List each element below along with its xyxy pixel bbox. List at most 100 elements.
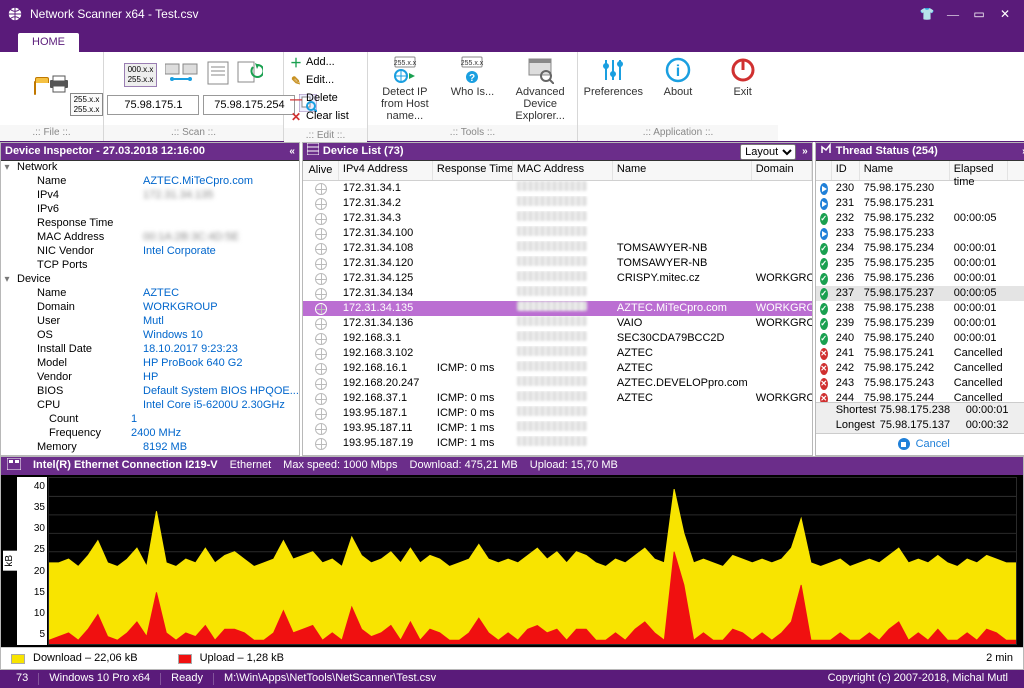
about-button[interactable]: i About bbox=[651, 56, 705, 98]
inspector-row[interactable]: Count1 bbox=[1, 413, 299, 427]
inspector-row[interactable]: NameAZTEC bbox=[1, 287, 299, 301]
thread-row[interactable]: 23775.98.175.23700:00:05 bbox=[816, 286, 1024, 301]
col-thread-name[interactable]: Name bbox=[860, 161, 950, 180]
inspector-row[interactable]: Frequency2400 MHz bbox=[1, 427, 299, 441]
thread-header-row[interactable]: ID Name Elapsed time bbox=[816, 161, 1024, 181]
maximize-button[interactable]: ▭ bbox=[966, 4, 992, 24]
device-list-body[interactable]: 172.31.34.1 172.31.34.2 172.31.34.3 172.… bbox=[303, 181, 812, 455]
range-mode-b-button[interactable]: 255.x.x255.x.x bbox=[70, 93, 104, 116]
whois-button[interactable]: 255.x.x? Who Is... bbox=[445, 56, 499, 98]
device-row[interactable]: 172.31.34.100 bbox=[303, 226, 812, 241]
thread-row[interactable]: 23175.98.175.231 bbox=[816, 196, 1024, 211]
inspector-collapse-button[interactable]: « bbox=[289, 146, 295, 158]
status-ready: Ready bbox=[161, 672, 213, 685]
layout-dropdown[interactable]: Layout bbox=[740, 144, 796, 160]
open-button[interactable] bbox=[34, 82, 36, 95]
inspector-row[interactable]: BIOSDefault System BIOS HPQOE... bbox=[1, 385, 299, 399]
inspector-row[interactable]: IPv6 bbox=[1, 203, 299, 217]
scan-list-icon[interactable] bbox=[207, 61, 229, 89]
tshirt-icon[interactable]: 👕 bbox=[914, 4, 940, 24]
device-row[interactable]: 172.31.34.125 CRISPY.mitec.cz WORKGROUP bbox=[303, 271, 812, 286]
inspector-row[interactable]: OSWindows 10 bbox=[1, 329, 299, 343]
thread-row[interactable]: 24075.98.175.24000:00:01 bbox=[816, 331, 1024, 346]
device-row[interactable]: 193.95.187.11 ICMP: 1 ms bbox=[303, 421, 812, 436]
delete-button[interactable]: —Delete bbox=[290, 90, 338, 108]
device-list-header-row[interactable]: Alive IPv4 Address Response Time MAC Add… bbox=[303, 161, 812, 181]
device-row[interactable]: 172.31.34.108 TOMSAWYER-NB bbox=[303, 241, 812, 256]
nic-name: Intel(R) Ethernet Connection I219-V bbox=[33, 459, 218, 472]
col-domain[interactable]: Domain bbox=[752, 161, 812, 180]
range-mode-a-button[interactable]: 000.x.x255.x.x bbox=[124, 63, 158, 86]
device-row[interactable]: 172.31.34.120 TOMSAWYER-NB bbox=[303, 256, 812, 271]
col-alive[interactable]: Alive bbox=[303, 161, 339, 180]
print-button[interactable] bbox=[48, 75, 70, 97]
detect-ip-button[interactable]: 255.x.x Detect IP from Host name... bbox=[378, 56, 432, 122]
close-button[interactable]: ✕ bbox=[992, 4, 1018, 24]
device-row[interactable]: 172.31.34.2 bbox=[303, 196, 812, 211]
col-ip[interactable]: IPv4 Address bbox=[339, 161, 433, 180]
inspector-row[interactable]: Memory8192 MB bbox=[1, 441, 299, 455]
preferences-button[interactable]: Preferences bbox=[586, 56, 640, 98]
inspector-row[interactable]: ▾Network bbox=[1, 161, 299, 175]
inspector-row[interactable]: NIC VendorIntel Corporate bbox=[1, 245, 299, 259]
thread-row[interactable]: 24475.98.175.244Cancelled bbox=[816, 391, 1024, 402]
col-name[interactable]: Name bbox=[613, 161, 752, 180]
thread-row[interactable]: 24275.98.175.242Cancelled bbox=[816, 361, 1024, 376]
thread-row[interactable]: 23375.98.175.233 bbox=[816, 226, 1024, 241]
scan-refresh-icon[interactable] bbox=[237, 61, 263, 89]
thread-row[interactable]: 24375.98.175.243Cancelled bbox=[816, 376, 1024, 391]
col-response[interactable]: Response Time bbox=[433, 161, 513, 180]
inspector-row[interactable]: ModelHP ProBook 640 G2 bbox=[1, 357, 299, 371]
ip-from-input[interactable] bbox=[107, 95, 199, 115]
ribbon-group-file-label: .:: File ::. bbox=[0, 125, 103, 141]
thread-row[interactable]: 23475.98.175.23400:00:01 bbox=[816, 241, 1024, 256]
inspector-row[interactable]: ▾Device bbox=[1, 273, 299, 287]
device-row[interactable]: 192.168.3.102 AZTEC bbox=[303, 346, 812, 361]
inspector-row[interactable]: CPUIntel Core i5-6200U 2.30GHz bbox=[1, 399, 299, 413]
inspector-row[interactable]: UserMutl bbox=[1, 315, 299, 329]
device-row[interactable]: 192.168.37.1 ICMP: 0 ms AZTEC WORKGROUP bbox=[303, 391, 812, 406]
thread-row[interactable]: 23275.98.175.23200:00:05 bbox=[816, 211, 1024, 226]
device-row[interactable]: 192.168.3.1 SEC30CDA79BCC2D bbox=[303, 331, 812, 346]
exit-button[interactable]: Exit bbox=[716, 56, 770, 98]
inspector-row[interactable]: Response Time bbox=[1, 217, 299, 231]
minimize-button[interactable]: — bbox=[940, 4, 966, 24]
inspector-row[interactable]: VendorHP bbox=[1, 371, 299, 385]
cancel-button[interactable]: Cancel bbox=[816, 433, 1024, 455]
device-row[interactable]: 172.31.34.134 bbox=[303, 286, 812, 301]
device-row[interactable]: 193.95.187.19 ICMP: 1 ms bbox=[303, 436, 812, 451]
inspector-tree[interactable]: ▾NetworkNameAZTEC.MiTeCpro.comIPv4172.31… bbox=[1, 161, 299, 455]
tab-home[interactable]: HOME bbox=[18, 33, 79, 52]
ip-to-input[interactable] bbox=[203, 95, 295, 115]
device-row[interactable]: 172.31.34.135 AZTEC.MiTeCpro.com WORKGRO… bbox=[303, 301, 812, 316]
device-row[interactable]: 172.31.34.1 bbox=[303, 181, 812, 196]
device-row[interactable]: 192.168.16.1 ICMP: 0 ms AZTEC bbox=[303, 361, 812, 376]
clear-button[interactable]: ✕Clear list bbox=[290, 108, 349, 126]
device-row[interactable]: 172.31.34.136 VAIO WORKGROUP bbox=[303, 316, 812, 331]
advanced-explorer-button[interactable]: Advanced Device Explorer... bbox=[513, 56, 567, 122]
device-row[interactable]: 172.31.34.3 bbox=[303, 211, 812, 226]
thread-row[interactable]: 23975.98.175.23900:00:01 bbox=[816, 316, 1024, 331]
thread-row[interactable]: 23675.98.175.23600:00:01 bbox=[816, 271, 1024, 286]
inspector-row[interactable]: MAC Address00:1A:2B:3C:4D:5E bbox=[1, 231, 299, 245]
device-list-collapse-button[interactable]: » bbox=[802, 146, 808, 158]
thread-row[interactable]: 23575.98.175.23500:00:01 bbox=[816, 256, 1024, 271]
edit-button[interactable]: ✎Edit... bbox=[290, 72, 334, 90]
thread-row[interactable]: 23075.98.175.230 bbox=[816, 181, 1024, 196]
inspector-row[interactable]: Install Date18.10.2017 9:23:23 bbox=[1, 343, 299, 357]
col-mac[interactable]: MAC Address bbox=[513, 161, 613, 180]
inspector-row[interactable]: TCP Ports bbox=[1, 259, 299, 273]
inspector-row[interactable]: NameAZTEC.MiTeCpro.com bbox=[1, 175, 299, 189]
add-button[interactable]: ＋Add... bbox=[290, 54, 335, 72]
col-thread-elapsed[interactable]: Elapsed time bbox=[950, 161, 1008, 180]
thread-row[interactable]: 24175.98.175.241Cancelled bbox=[816, 346, 1024, 361]
thread-row[interactable]: 23875.98.175.23800:00:01 bbox=[816, 301, 1024, 316]
device-row[interactable]: 192.168.20.247 AZTEC.DEVELOPpro.com bbox=[303, 376, 812, 391]
inspector-row[interactable]: DomainWORKGROUP bbox=[1, 301, 299, 315]
longest-label: Longest bbox=[832, 419, 876, 432]
scan-computers-icon[interactable] bbox=[165, 61, 199, 89]
device-row[interactable]: 193.95.187.1 ICMP: 0 ms bbox=[303, 406, 812, 421]
col-thread-id[interactable]: ID bbox=[832, 161, 860, 180]
thread-body[interactable]: 23075.98.175.23023175.98.175.23123275.98… bbox=[816, 181, 1024, 402]
inspector-row[interactable]: IPv4172.31.34.135 bbox=[1, 189, 299, 203]
